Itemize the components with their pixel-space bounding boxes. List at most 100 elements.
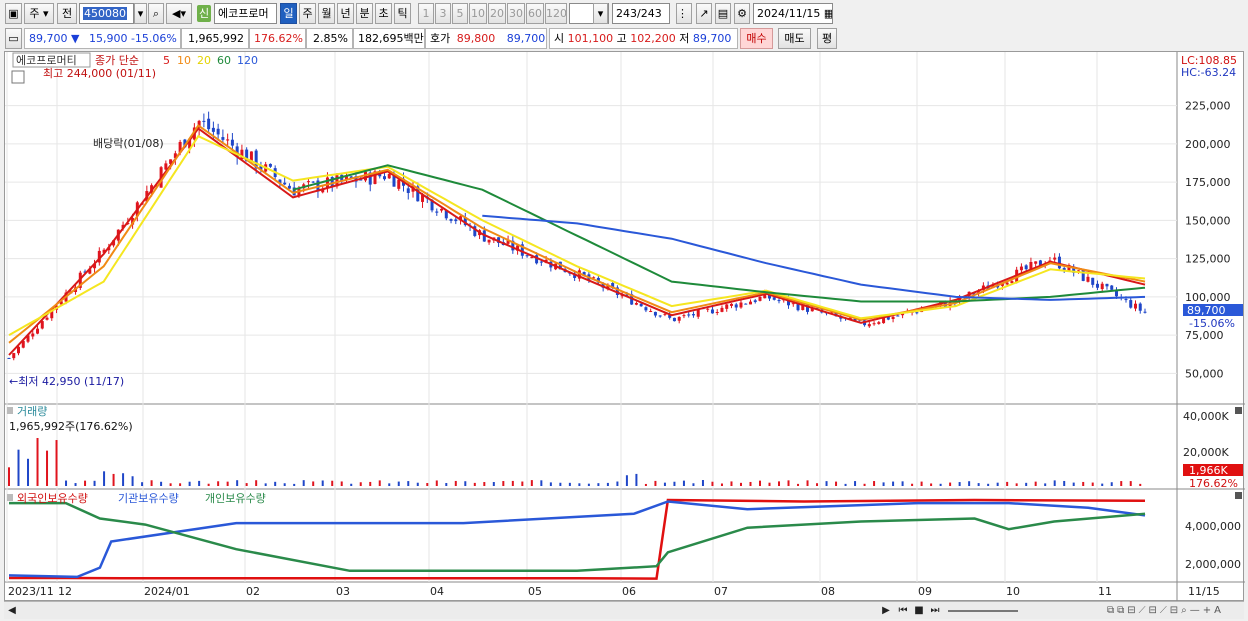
volume-bar [502, 481, 505, 486]
candle-body [658, 315, 662, 317]
count-field[interactable]: 243/243 [612, 3, 670, 24]
price-change-cell: 89,700 ▼ 15,900 -15.06% [24, 28, 181, 49]
rewind-icon[interactable]: ⏮ [896, 603, 910, 618]
period-tab[interactable]: 분 [356, 3, 373, 24]
x-axis-labels: 2023/11 12 2024/01 02 03 04 05 06 07 08 09 10 11 11/1… [8, 585, 1220, 598]
interval-tab[interactable]: 10 [469, 3, 487, 24]
volume-bar [378, 480, 381, 486]
candle-body [777, 300, 781, 302]
x-axis-label: 11/15 [1188, 585, 1220, 598]
volume-bar [122, 473, 125, 486]
sell-button[interactable]: 매도 [778, 28, 811, 49]
interval-tab[interactable]: 60 [526, 3, 544, 24]
price-tick-label: 175,000 [1185, 176, 1231, 189]
fast-forward-icon[interactable]: ⏭ [928, 603, 942, 618]
volume-bar [36, 437, 39, 486]
search-icon[interactable]: ⌕ [148, 3, 164, 24]
candle-body [915, 312, 919, 314]
candle-body [539, 261, 543, 263]
eval-button[interactable]: 평 [817, 28, 837, 49]
stop-icon[interactable]: ■ [912, 603, 926, 618]
volume-bar [568, 482, 571, 486]
candle-body [1138, 303, 1142, 311]
period-tab[interactable]: 년 [337, 3, 354, 24]
gear-icon[interactable]: ⚙ [734, 3, 750, 24]
interval-dropdown-icon[interactable]: ▾ [593, 3, 608, 24]
volume-bar [1015, 483, 1018, 486]
volume-bar [84, 480, 87, 486]
candle-body [449, 219, 453, 221]
volume-bar [806, 480, 809, 486]
code-dropdown-icon[interactable]: ▾ [134, 3, 147, 24]
interval-tab[interactable]: 120 [545, 3, 567, 24]
volume-bar [1034, 481, 1037, 486]
volume-bar [673, 481, 676, 486]
stock-chart[interactable]: 225,000 200,000 175,000 150,000 125,000 100,0… [5, 52, 1245, 602]
holding-tick-4m: 4,000,000 [1185, 520, 1241, 533]
date-field[interactable]: 2024/11/15 ▦ [753, 3, 833, 24]
interval-tab[interactable]: 20 [488, 3, 506, 24]
candle-body [672, 317, 676, 322]
zoom-slider[interactable] [948, 610, 1018, 612]
price-tick-label: 150,000 [1185, 214, 1231, 227]
candle-body [325, 177, 329, 188]
scope-button[interactable]: 전 [57, 3, 77, 24]
volume-bar [625, 475, 628, 486]
period-tab[interactable]: 월 [318, 3, 335, 24]
save-icon[interactable]: ▤ [715, 3, 731, 24]
volume-bar [217, 481, 220, 486]
candle-body [40, 321, 44, 329]
sound-icon[interactable]: ◀▾ [166, 3, 192, 24]
period-tab[interactable]: 주 [299, 3, 316, 24]
candle-body [1034, 261, 1038, 264]
interval-tab[interactable]: 30 [507, 3, 525, 24]
volume-bar [274, 481, 277, 486]
volume-bar [283, 483, 286, 486]
volume-bar [758, 480, 761, 486]
volume-bar [169, 483, 172, 486]
x-axis-label: 2024/01 [144, 585, 190, 598]
x-axis-label: 10 [1006, 585, 1020, 598]
dividend-annotation: 배당락(01/08) [93, 137, 164, 150]
candle-body [216, 128, 220, 135]
legend-ma60: 60 [217, 54, 231, 67]
buy-button[interactable]: 매수 [740, 28, 773, 49]
volume-close-icon[interactable] [1235, 407, 1242, 414]
chart-area[interactable]: 225,000 200,000 175,000 150,000 125,000 100,0… [4, 51, 1245, 602]
tool-icons[interactable]: ⧉⧉⊟⟋⊟⟋⊟⌕—+A [1024, 603, 1224, 618]
candle-body [772, 297, 776, 300]
volume-bar [701, 480, 704, 486]
window-icon[interactable]: ▣ [5, 3, 22, 24]
volume-bar [141, 482, 144, 486]
link-icon[interactable]: ▭ [5, 28, 22, 49]
holding-close-icon[interactable] [1235, 492, 1242, 499]
candle-body [696, 309, 700, 317]
stock-name-field: 에코프로머 [214, 3, 277, 24]
scroll-left-icon[interactable]: ◀ [6, 603, 18, 618]
interval-tab[interactable]: 3 [435, 3, 451, 24]
volume-bar [682, 480, 685, 486]
market-type-select[interactable]: 주 ▾ [24, 3, 54, 24]
draw-tool-icon[interactable]: ↗ [696, 3, 712, 24]
chart-scrollbar[interactable]: ◀ ▶ ⏮ ■ ⏭ ⧉⧉⊟⟋⊟⟋⊟⌕—+A [4, 601, 1244, 619]
scroll-right-icon[interactable]: ▶ [880, 603, 892, 618]
volume-bar [739, 482, 742, 486]
volume-bar [1072, 482, 1075, 486]
foreign-holding-line [9, 498, 1146, 580]
period-tab[interactable]: 초 [375, 3, 392, 24]
period-tab[interactable]: 틱 [394, 3, 411, 24]
volume-bar [749, 481, 752, 486]
candle-body [687, 314, 691, 316]
interval-tab[interactable]: 5 [452, 3, 468, 24]
ohlc-cell: 시 101,100 고 102,200 저 89,700 [549, 28, 738, 49]
chart-type-icon[interactable]: ⋮⋮ [676, 3, 692, 24]
interval-tab[interactable]: 1 [418, 3, 434, 24]
open-price: 101,100 [567, 32, 614, 45]
legend-institution: 기관보유수량 [118, 492, 179, 505]
table-icon[interactable] [11, 70, 25, 84]
candle-body [682, 315, 686, 317]
stock-code-input[interactable]: 450080 [79, 3, 134, 24]
volume-last-pct: 176.62% [1189, 477, 1238, 490]
current-price: 89,700 [29, 32, 68, 45]
period-tab[interactable]: 일 [280, 3, 297, 24]
